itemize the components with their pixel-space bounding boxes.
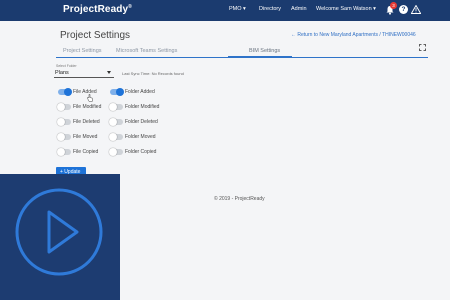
toggle-track	[57, 103, 71, 111]
toggle-knob	[57, 118, 65, 126]
toggle-label: File Added	[73, 89, 97, 95]
brand-name: ProjectReady	[63, 4, 129, 15]
tab-bim-settings[interactable]: BIM Settings	[249, 48, 280, 54]
chevron-down-icon	[107, 71, 111, 74]
nav-pmo-menu[interactable]: PMO ▾	[229, 6, 246, 12]
toggle-track	[58, 88, 72, 96]
toggle-knob	[109, 133, 117, 141]
folder-select[interactable]: Plans	[54, 68, 114, 78]
toggle-track	[110, 88, 124, 96]
nav-admin-link[interactable]: Admin	[291, 6, 307, 12]
toggle-label: File Moved	[73, 134, 98, 140]
return-to-project-link[interactable]: ← Return to New Maryland Apartments / TH…	[291, 32, 416, 38]
page-title: Project Settings	[60, 30, 131, 41]
toggle-label: Folder Modified	[125, 104, 160, 110]
toggle-label: Folder Added	[125, 89, 155, 95]
toggle-knob	[109, 103, 117, 111]
nav-user-menu[interactable]: Welcome Sam Watson ▾	[316, 6, 376, 12]
notification-badge: 3	[390, 2, 397, 9]
toggle-track	[109, 133, 123, 141]
tab-project-settings[interactable]: Project Settings	[63, 48, 102, 54]
toggle-track	[109, 103, 123, 111]
toggle-track	[57, 118, 71, 126]
toggle-label: Folder Deleted	[125, 119, 158, 125]
toggle-knob	[57, 103, 65, 111]
hand-cursor-icon	[87, 94, 93, 102]
footer-copyright: © 2019 - ProjectReady	[214, 196, 265, 202]
last-sync-status: Last Sync Time: No Records found	[122, 71, 184, 76]
brand-registered-mark: ®	[128, 4, 132, 10]
settings-tabs: Project Settings Microsoft Teams Setting…	[56, 44, 428, 58]
video-overlay[interactable]	[0, 174, 120, 300]
toggle-label: File Modified	[73, 104, 102, 110]
toggle-knob	[116, 88, 124, 96]
toggle-knob	[64, 88, 72, 96]
toggle-knob	[109, 148, 117, 156]
play-icon[interactable]	[14, 187, 104, 277]
toggle-label: File Copied	[73, 149, 99, 155]
warning-icon[interactable]	[411, 5, 421, 14]
toggle-track	[109, 148, 123, 156]
tab-microsoft-teams-settings[interactable]: Microsoft Teams Settings	[116, 48, 177, 54]
top-navbar: ProjectReady® PMO ▾ Directory Admin Welc…	[0, 0, 450, 21]
toggle-track	[57, 133, 71, 141]
toggle-knob	[109, 118, 117, 126]
help-icon[interactable]: ?	[399, 5, 408, 14]
toggle-track	[57, 148, 71, 156]
brand-logo[interactable]: ProjectReady®	[63, 4, 132, 15]
toggle-knob	[57, 148, 65, 156]
toggle-label: Folder Copied	[125, 149, 157, 155]
nav-directory-link[interactable]: Directory	[259, 6, 281, 12]
folder-select-value: Plans	[55, 70, 69, 76]
active-tab-indicator	[228, 56, 292, 58]
toggle-label: File Deleted	[73, 119, 100, 125]
toggle-label: Folder Moved	[125, 134, 156, 140]
toggle-knob	[57, 133, 65, 141]
toggle-track	[109, 118, 123, 126]
